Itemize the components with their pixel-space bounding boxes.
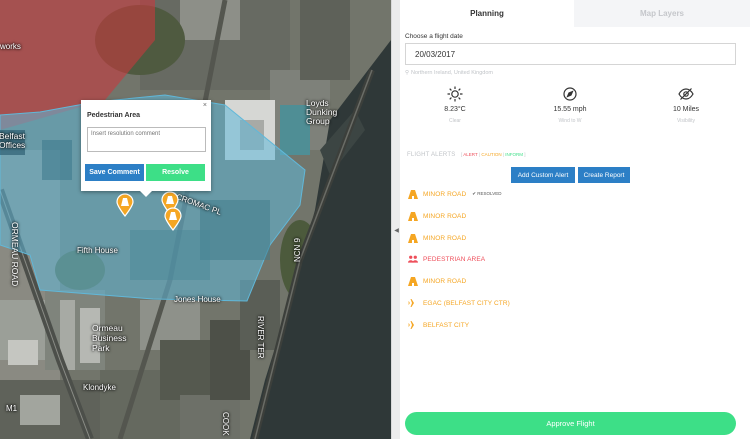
list-item[interactable]: MINOR ROAD [408, 233, 466, 243]
weather-wind: 15.55 mph Wind to W [530, 86, 610, 124]
list-item[interactable]: PEDESTRIAN AREA [408, 254, 485, 264]
eye-slash-icon [646, 86, 726, 102]
panel-tabs: Planning Map Layers [400, 0, 750, 27]
tab-map-layers[interactable]: Map Layers [574, 0, 750, 27]
temperature-caption: Clear [449, 118, 461, 124]
map-label-river-terrace: RIVER TER [256, 316, 265, 359]
map-label-loyds-dunking-group: Loyds Dunking Group [306, 98, 338, 126]
road-icon [408, 189, 418, 199]
resolve-button[interactable]: Resolve [146, 164, 205, 181]
list-item[interactable]: MINOR ROAD [408, 211, 466, 221]
sun-icon [415, 86, 495, 102]
road-icon [408, 233, 418, 243]
popup-title: Pedestrian Area [87, 112, 141, 119]
map-label-m1: M1 [6, 404, 18, 413]
check-icon: ✔ [472, 191, 477, 196]
flight-date-input[interactable]: 20/03/2017 [405, 43, 736, 65]
alert-label: BELFAST CITY [423, 321, 470, 329]
map-label-cook: COOK [221, 412, 230, 436]
road-icon [408, 211, 418, 221]
close-icon[interactable]: × [203, 102, 207, 109]
list-item[interactable]: EGAC (BELFAST CITY CTR) [408, 298, 510, 308]
tab-planning[interactable]: Planning [400, 0, 574, 27]
add-custom-alert-button[interactable]: Add Custom Alert [511, 167, 575, 183]
map-label-works: works [0, 42, 21, 51]
legend-caution: CAUTION [481, 152, 502, 157]
map-label-belfast-offices: Belfast Offices [0, 131, 26, 150]
resolution-comment-input[interactable] [87, 127, 206, 152]
list-item[interactable]: MINOR ROAD [408, 276, 466, 286]
alert-label: PEDESTRIAN AREA [423, 255, 486, 263]
save-comment-button[interactable]: Save Comment [85, 164, 144, 181]
map-view[interactable]: works Belfast Offices Loyds Dunking Grou… [0, 0, 391, 439]
list-item[interactable]: BELFAST CITY [408, 320, 469, 330]
date-field-label: Choose a flight date [405, 33, 463, 40]
resolve-alert-popup: Pedestrian Area × Save Comment Resolve [81, 100, 211, 197]
visibility-caption: Visibility [677, 118, 695, 124]
people-icon [408, 254, 418, 264]
weather-temperature: 8.23°C Clear [415, 86, 495, 124]
road-alert-marker[interactable] [164, 207, 182, 231]
map-label-jones-house: Jones House [174, 295, 221, 304]
compass-icon [530, 86, 610, 102]
collapse-panel-icon[interactable]: ◀ [393, 226, 400, 236]
plane-icon [408, 298, 418, 308]
alert-label: MINOR ROAD [423, 190, 467, 198]
approve-flight-button[interactable]: Approve Flight [405, 412, 736, 435]
weather-visibility: 10 Miles Visibility [646, 86, 726, 124]
legend-alert: ALERT [463, 152, 478, 157]
legend-inform: INFORM [505, 152, 524, 157]
alert-label: MINOR ROAD [423, 277, 467, 285]
alert-label: MINOR ROAD [423, 234, 467, 242]
road-icon [408, 276, 418, 286]
map-label-fifth-house: Fifth House [77, 246, 118, 255]
road-alert-marker[interactable] [116, 193, 134, 217]
side-panel: Planning Map Layers Choose a flight date… [400, 0, 750, 439]
map-label-ormeau-business-park: Ormeau Business Park [92, 323, 127, 353]
panel-divider: ◀ [391, 0, 400, 439]
resolved-badge: ✔ RESOLVED [472, 191, 502, 196]
satellite-imagery [0, 0, 391, 439]
list-item[interactable]: MINOR ROAD ✔ RESOLVED [408, 189, 501, 199]
location-text: ⚲ Northern Ireland, United Kingdom [405, 70, 493, 76]
map-label-klondyke: Klondyke [83, 383, 116, 392]
map-label-ncn9: NCN 9 [293, 237, 302, 262]
flight-alerts-title: FLIGHT ALERTS [407, 152, 456, 158]
plane-icon [408, 320, 418, 330]
temperature-value: 8.23°C [444, 106, 466, 113]
map-label-ormeau-road: ORMEAU ROAD [10, 222, 20, 287]
visibility-value: 10 Miles [672, 106, 700, 113]
wind-caption: Wind to W [558, 118, 582, 124]
wind-value: 15.55 mph [553, 106, 587, 113]
alert-label: MINOR ROAD [423, 212, 467, 220]
location-pin-icon: ⚲ [405, 70, 410, 76]
alerts-legend: [ ALERT | CAUTION | INFORM ] [461, 152, 526, 157]
create-report-button[interactable]: Create Report [578, 167, 630, 183]
alert-label: EGAC (BELFAST CITY CTR) [423, 299, 510, 307]
